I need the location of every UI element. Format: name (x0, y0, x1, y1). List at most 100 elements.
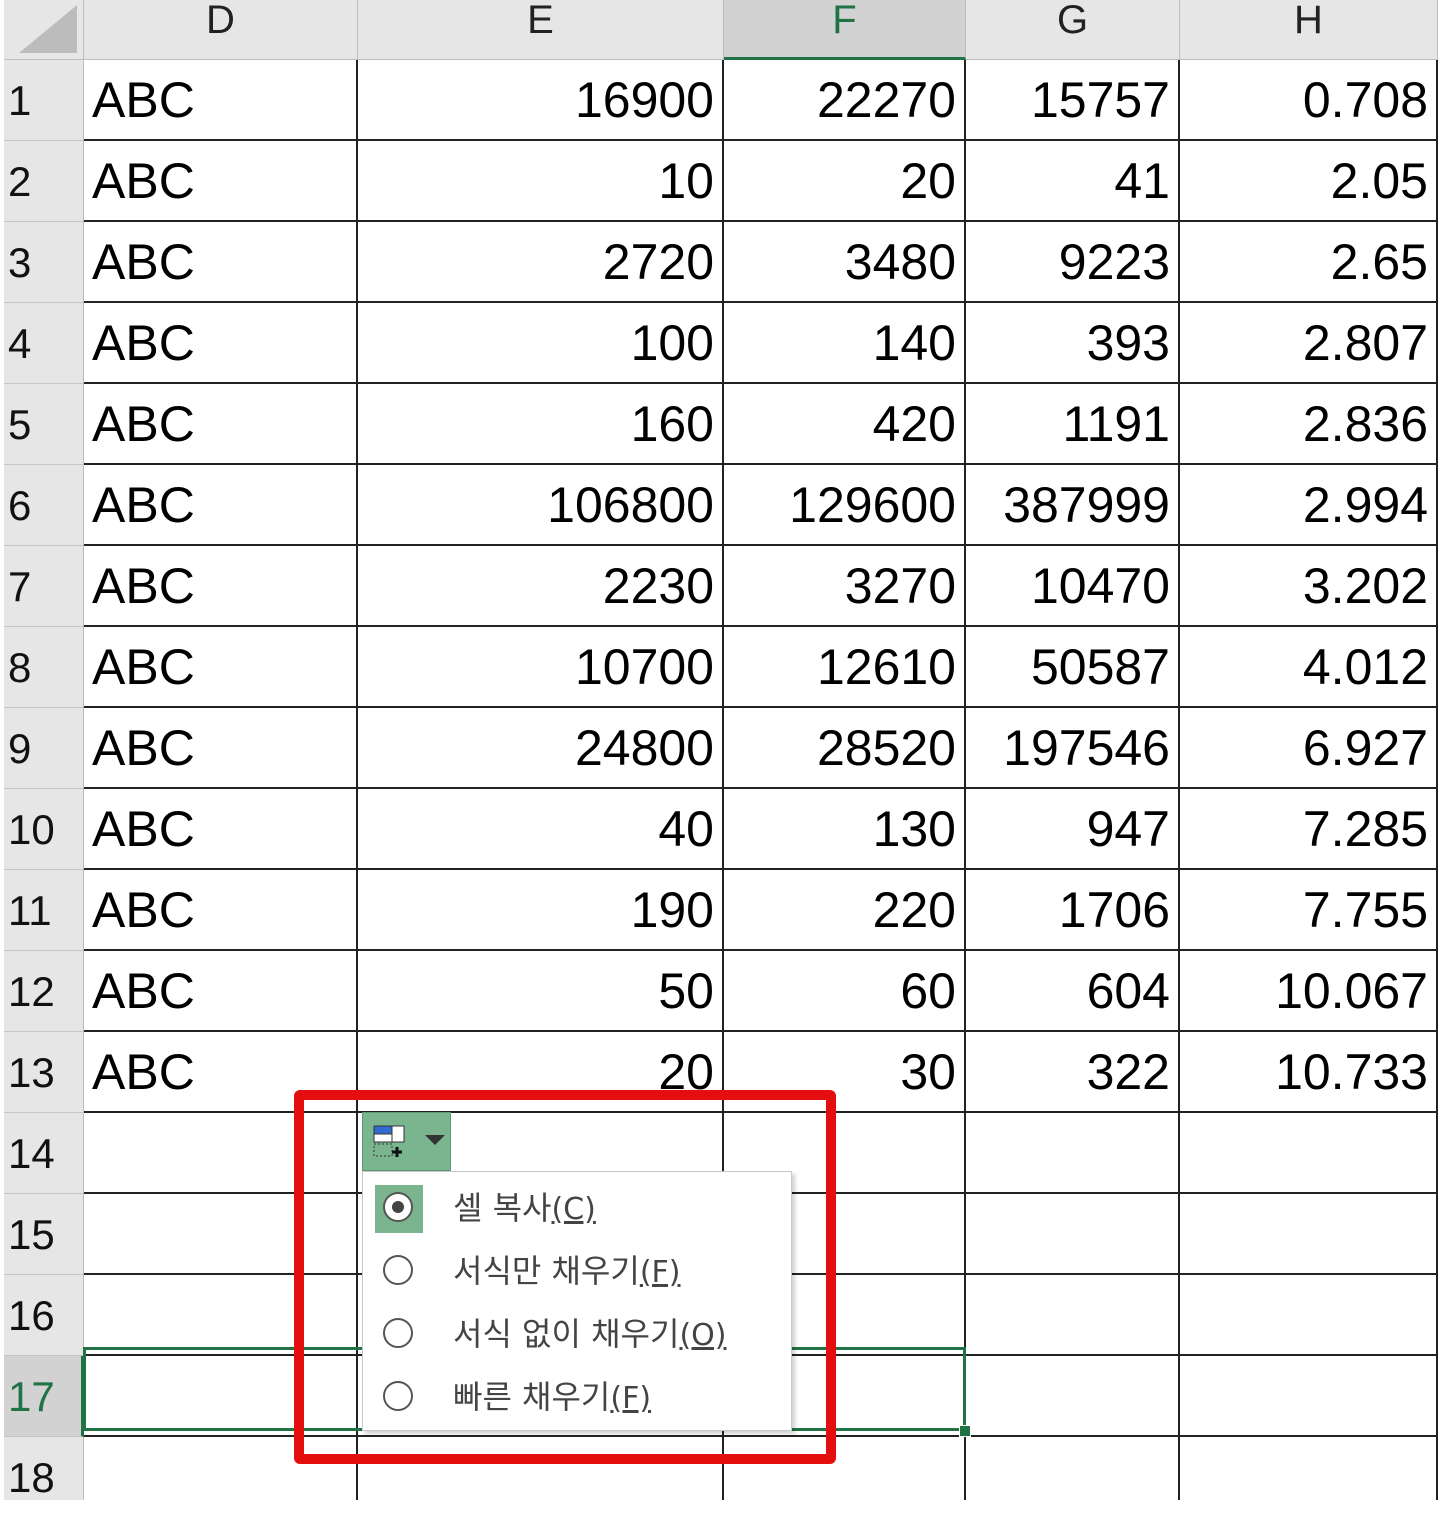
cell-f18[interactable] (724, 1437, 966, 1500)
cell-e10[interactable]: 40 (358, 789, 724, 870)
cell-d4[interactable]: ABC (84, 303, 358, 384)
cell-d15[interactable] (84, 1194, 358, 1275)
cell-f9[interactable]: 28520 (724, 708, 966, 789)
row-header-15[interactable]: 15 (4, 1194, 84, 1275)
cell-e11[interactable]: 190 (358, 870, 724, 951)
cell-d17[interactable] (84, 1356, 358, 1437)
cell-f13[interactable]: 30 (724, 1032, 966, 1113)
row-header-17[interactable]: 17 (4, 1356, 84, 1437)
cell-g6[interactable]: 387999 (966, 465, 1180, 546)
cell-h7[interactable]: 3.202 (1180, 546, 1438, 627)
cell-g2[interactable]: 41 (966, 141, 1180, 222)
cell-h11[interactable]: 7.755 (1180, 870, 1438, 951)
cell-g9[interactable]: 197546 (966, 708, 1180, 789)
cell-h1[interactable]: 0.708 (1180, 60, 1438, 141)
cell-e9[interactable]: 24800 (358, 708, 724, 789)
cell-g13[interactable]: 322 (966, 1032, 1180, 1113)
column-header-e[interactable]: E (358, 0, 724, 60)
row-header-9[interactable]: 9 (4, 708, 84, 789)
select-all-corner[interactable] (4, 0, 84, 60)
option-fill-formatting-only[interactable]: 서식만 채우기(F) (363, 1239, 791, 1301)
column-header-f[interactable]: F (724, 0, 966, 60)
cell-e1[interactable]: 16900 (358, 60, 724, 141)
row-header-1[interactable]: 1 (4, 60, 84, 141)
cell-h12[interactable]: 10.067 (1180, 951, 1438, 1032)
cell-d10[interactable]: ABC (84, 789, 358, 870)
cell-f12[interactable]: 60 (724, 951, 966, 1032)
cell-g11[interactable]: 1706 (966, 870, 1180, 951)
cell-g5[interactable]: 1191 (966, 384, 1180, 465)
cell-h9[interactable]: 6.927 (1180, 708, 1438, 789)
row-header-5[interactable]: 5 (4, 384, 84, 465)
row-header-6[interactable]: 6 (4, 465, 84, 546)
row-header-16[interactable]: 16 (4, 1275, 84, 1356)
cell-d16[interactable] (84, 1275, 358, 1356)
cell-d1[interactable]: ABC (84, 60, 358, 141)
cell-h13[interactable]: 10.733 (1180, 1032, 1438, 1113)
cell-h18[interactable] (1180, 1437, 1438, 1500)
cell-h14[interactable] (1180, 1113, 1438, 1194)
cell-e3[interactable]: 2720 (358, 222, 724, 303)
cell-d9[interactable]: ABC (84, 708, 358, 789)
cell-f5[interactable]: 420 (724, 384, 966, 465)
cell-f7[interactable]: 3270 (724, 546, 966, 627)
cell-g4[interactable]: 393 (966, 303, 1180, 384)
option-fill-without-formatting[interactable]: 서식 없이 채우기(O) (363, 1302, 791, 1364)
cell-h3[interactable]: 2.65 (1180, 222, 1438, 303)
radio-button[interactable] (383, 1255, 413, 1285)
cell-h8[interactable]: 4.012 (1180, 627, 1438, 708)
cell-g15[interactable] (966, 1194, 1180, 1275)
row-header-11[interactable]: 11 (4, 870, 84, 951)
cell-f8[interactable]: 12610 (724, 627, 966, 708)
row-header-8[interactable]: 8 (4, 627, 84, 708)
cell-e13[interactable]: 20 (358, 1032, 724, 1113)
cell-h16[interactable] (1180, 1275, 1438, 1356)
column-header-d[interactable]: D (84, 0, 358, 60)
cell-d14[interactable] (84, 1113, 358, 1194)
cell-h2[interactable]: 2.05 (1180, 141, 1438, 222)
cell-e5[interactable]: 160 (358, 384, 724, 465)
cell-f3[interactable]: 3480 (724, 222, 966, 303)
cell-f2[interactable]: 20 (724, 141, 966, 222)
cell-d5[interactable]: ABC (84, 384, 358, 465)
cell-d8[interactable]: ABC (84, 627, 358, 708)
cell-e4[interactable]: 100 (358, 303, 724, 384)
row-header-14[interactable]: 14 (4, 1113, 84, 1194)
cell-g3[interactable]: 9223 (966, 222, 1180, 303)
option-copy-cells[interactable]: 셀 복사(C) (363, 1176, 791, 1238)
cell-h15[interactable] (1180, 1194, 1438, 1275)
cell-d11[interactable]: ABC (84, 870, 358, 951)
row-header-18[interactable]: 18 (4, 1437, 84, 1500)
cell-h4[interactable]: 2.807 (1180, 303, 1438, 384)
cell-g1[interactable]: 15757 (966, 60, 1180, 141)
cell-e2[interactable]: 10 (358, 141, 724, 222)
row-header-7[interactable]: 7 (4, 546, 84, 627)
cell-g8[interactable]: 50587 (966, 627, 1180, 708)
cell-e7[interactable]: 2230 (358, 546, 724, 627)
cell-g16[interactable] (966, 1275, 1180, 1356)
cell-g10[interactable]: 947 (966, 789, 1180, 870)
cell-e12[interactable]: 50 (358, 951, 724, 1032)
fill-handle[interactable] (959, 1425, 971, 1437)
cell-e8[interactable]: 10700 (358, 627, 724, 708)
radio-button[interactable] (383, 1318, 413, 1348)
radio-button-checked[interactable] (383, 1192, 413, 1222)
cell-d12[interactable]: ABC (84, 951, 358, 1032)
cell-g18[interactable] (966, 1437, 1180, 1500)
cell-d18[interactable] (84, 1437, 358, 1500)
cell-f10[interactable]: 130 (724, 789, 966, 870)
row-header-4[interactable]: 4 (4, 303, 84, 384)
option-flash-fill[interactable]: 빠른 채우기(F) (363, 1365, 791, 1427)
cell-d2[interactable]: ABC (84, 141, 358, 222)
cell-e18[interactable] (358, 1437, 724, 1500)
column-header-h[interactable]: H (1180, 0, 1438, 60)
cell-f11[interactable]: 220 (724, 870, 966, 951)
row-header-3[interactable]: 3 (4, 222, 84, 303)
cell-h10[interactable]: 7.285 (1180, 789, 1438, 870)
cell-d13[interactable]: ABC (84, 1032, 358, 1113)
cell-h5[interactable]: 2.836 (1180, 384, 1438, 465)
cell-g12[interactable]: 604 (966, 951, 1180, 1032)
cell-e6[interactable]: 106800 (358, 465, 724, 546)
cell-g17[interactable] (966, 1356, 1180, 1437)
radio-button[interactable] (383, 1381, 413, 1411)
